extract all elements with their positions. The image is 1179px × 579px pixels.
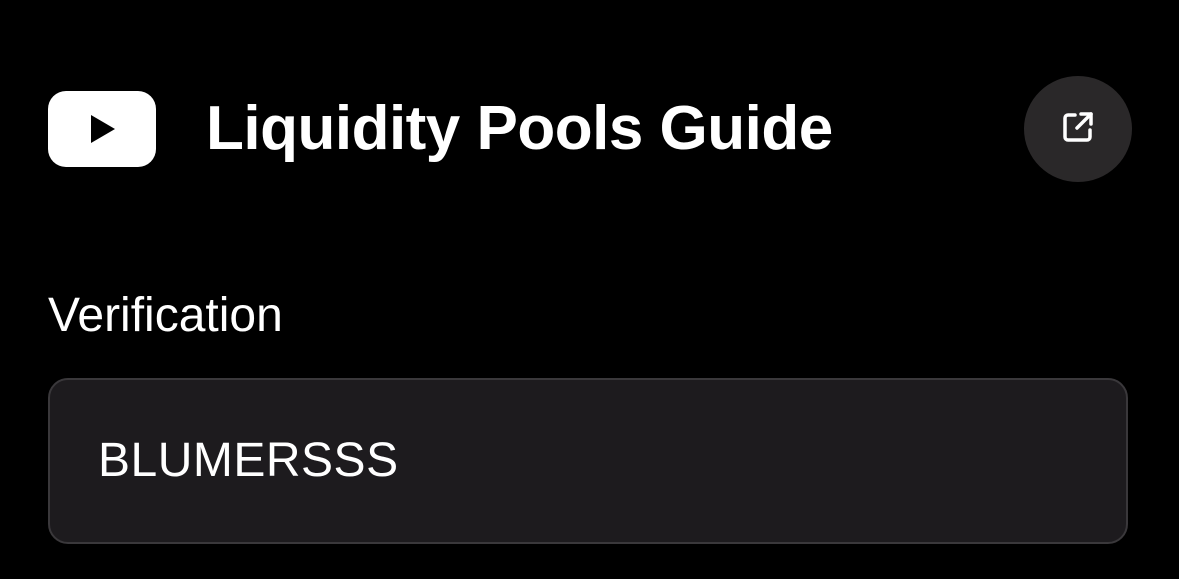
verification-value: BLUMERSSS [98, 434, 399, 487]
verification-field[interactable]: BLUMERSSS [48, 378, 1128, 544]
open-external-button[interactable] [1024, 76, 1132, 182]
verification-label: Verification [48, 289, 283, 342]
external-link-icon [1060, 109, 1096, 150]
header: Liquidity Pools Guide [48, 76, 1132, 182]
page-title: Liquidity Pools Guide [206, 94, 833, 163]
youtube-icon [48, 91, 156, 167]
